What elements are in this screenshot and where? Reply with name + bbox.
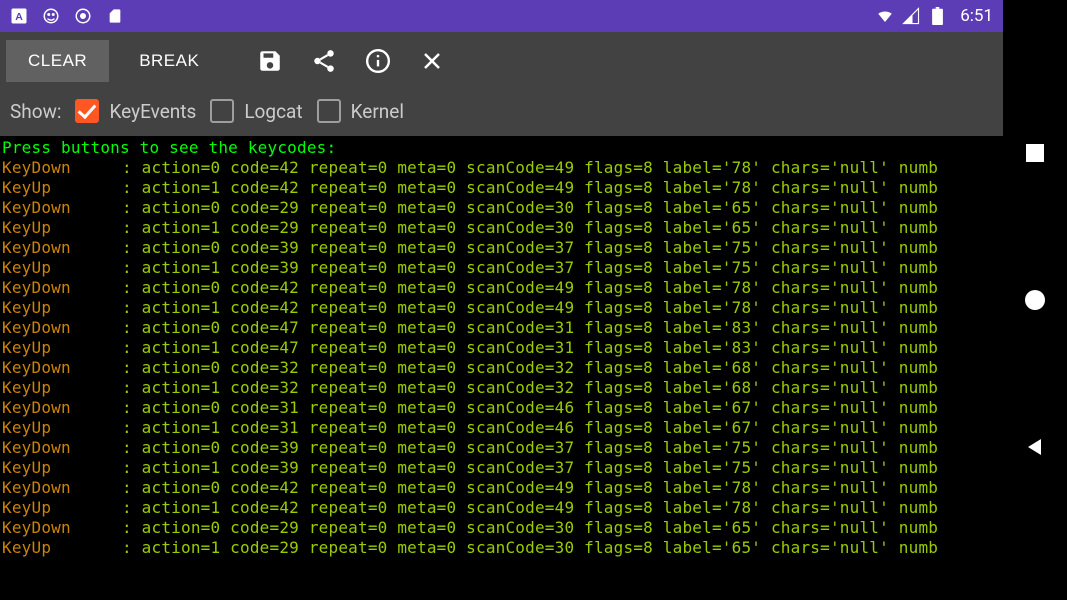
keyboard-a-icon: A xyxy=(10,7,28,25)
terminal-line: KeyUp : action=1 code=47 repeat=0 meta=0… xyxy=(2,338,1003,358)
nav-home-button[interactable] xyxy=(1024,289,1046,311)
terminal-line: KeyDown : action=0 code=29 repeat=0 meta… xyxy=(2,198,1003,218)
terminal-line: KeyDown : action=0 code=29 repeat=0 meta… xyxy=(2,518,1003,538)
svg-text:A: A xyxy=(15,11,23,23)
sd-card-icon xyxy=(106,7,124,25)
terminal-line: KeyDown : action=0 code=31 repeat=0 meta… xyxy=(2,398,1003,418)
filter-show-label: Show: xyxy=(10,100,61,123)
terminal-line: KeyUp : action=1 code=42 repeat=0 meta=0… xyxy=(2,298,1003,318)
face-outline-icon xyxy=(42,7,60,25)
checkbox-label: KeyEvents xyxy=(109,100,196,123)
share-icon[interactable] xyxy=(301,38,347,84)
cell-signal-icon xyxy=(902,7,920,25)
record-circle-icon xyxy=(74,7,92,25)
clear-button[interactable]: CLEAR xyxy=(6,40,109,82)
checkbox-label: Logcat xyxy=(244,100,302,123)
terminal-line: KeyDown : action=0 code=42 repeat=0 meta… xyxy=(2,278,1003,298)
terminal-line: KeyDown : action=0 code=39 repeat=0 meta… xyxy=(2,438,1003,458)
checkbox-icon xyxy=(317,99,341,123)
android-nav-bar xyxy=(1003,0,1067,600)
break-button[interactable]: BREAK xyxy=(117,40,221,82)
terminal-line: KeyDown : action=0 code=32 repeat=0 meta… xyxy=(2,358,1003,378)
terminal-line: KeyUp : action=1 code=29 repeat=0 meta=0… xyxy=(2,218,1003,238)
checkbox-logcat[interactable]: Logcat xyxy=(210,99,302,123)
terminal-line: KeyDown : action=0 code=42 repeat=0 meta… xyxy=(2,158,1003,178)
terminal-line: KeyDown : action=0 code=47 repeat=0 meta… xyxy=(2,318,1003,338)
terminal-line: KeyUp : action=1 code=39 repeat=0 meta=0… xyxy=(2,258,1003,278)
terminal-header: Press buttons to see the keycodes: xyxy=(2,138,1003,158)
wifi-icon xyxy=(876,7,894,25)
terminal-line: KeyUp : action=1 code=31 repeat=0 meta=0… xyxy=(2,418,1003,438)
battery-icon xyxy=(928,7,946,25)
nav-recents-button[interactable] xyxy=(1024,142,1046,164)
checkbox-label: Kernel xyxy=(351,100,404,123)
checkbox-icon xyxy=(75,99,99,123)
android-status-bar: A xyxy=(0,0,1003,32)
info-icon[interactable] xyxy=(355,38,401,84)
terminal-line: KeyUp : action=1 code=42 repeat=0 meta=0… xyxy=(2,178,1003,198)
terminal-line: KeyUp : action=1 code=42 repeat=0 meta=0… xyxy=(2,498,1003,518)
save-icon[interactable] xyxy=(247,38,293,84)
nav-back-button[interactable] xyxy=(1024,436,1046,458)
terminal-line: KeyUp : action=1 code=39 repeat=0 meta=0… xyxy=(2,458,1003,478)
terminal-line: KeyDown : action=0 code=39 repeat=0 meta… xyxy=(2,238,1003,258)
close-icon[interactable] xyxy=(409,38,455,84)
terminal-output[interactable]: Press buttons to see the keycodes:KeyDow… xyxy=(0,136,1003,600)
terminal-line: KeyUp : action=1 code=32 repeat=0 meta=0… xyxy=(2,378,1003,398)
app-toolbar: CLEAR BREAK Show: xyxy=(0,32,1003,136)
checkbox-keyevents[interactable]: KeyEvents xyxy=(75,99,196,123)
terminal-line: KeyUp : action=1 code=29 repeat=0 meta=0… xyxy=(2,538,1003,558)
checkbox-icon xyxy=(210,99,234,123)
terminal-line: KeyDown : action=0 code=42 repeat=0 meta… xyxy=(2,478,1003,498)
status-clock: 6:51 xyxy=(960,6,993,26)
checkbox-kernel[interactable]: Kernel xyxy=(317,99,404,123)
